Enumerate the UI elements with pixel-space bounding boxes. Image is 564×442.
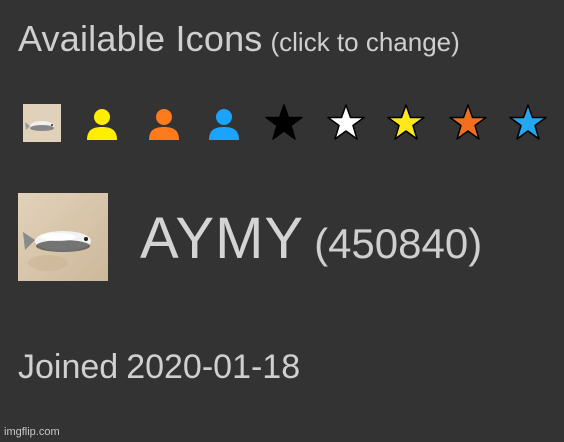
star-black-icon xyxy=(265,104,303,140)
person-blue-icon xyxy=(209,109,239,140)
joined-label: Joined xyxy=(18,348,119,386)
icons-heading: Available Icons (click to change) xyxy=(18,18,460,60)
star-white-icon xyxy=(327,104,365,140)
click-hint: (click to change) xyxy=(270,27,460,57)
icon-option-star-blue[interactable] xyxy=(508,103,548,143)
watermark: imgflip.com xyxy=(4,426,60,438)
star-orange-icon xyxy=(449,104,487,140)
star-yellow-icon xyxy=(387,104,425,140)
icon-option-person-orange[interactable] xyxy=(144,103,184,143)
icon-option-star-yellow[interactable] xyxy=(386,103,426,143)
page-title: Available Icons xyxy=(18,18,263,59)
user-id: (450840) xyxy=(314,220,483,267)
star-blue-icon xyxy=(509,104,547,140)
icon-option-fish[interactable] xyxy=(22,103,62,143)
person-orange-icon xyxy=(149,109,179,140)
icon-option-person-yellow[interactable] xyxy=(82,103,122,143)
joined-date: 2020-01-18 xyxy=(126,348,301,386)
fish-avatar-icon xyxy=(23,104,61,142)
username: AYMY xyxy=(140,206,305,271)
joined-info: Joined 2020-01-18 xyxy=(18,348,300,387)
avatar xyxy=(18,193,108,281)
icon-option-star-white[interactable] xyxy=(326,103,366,143)
icon-option-star-orange[interactable] xyxy=(448,103,488,143)
icon-option-person-blue[interactable] xyxy=(204,103,244,143)
person-yellow-icon xyxy=(87,109,117,140)
icon-options-row xyxy=(22,103,552,143)
icon-option-star-black[interactable] xyxy=(264,103,304,143)
profile-name-row: AYMY (450840) xyxy=(140,205,482,272)
